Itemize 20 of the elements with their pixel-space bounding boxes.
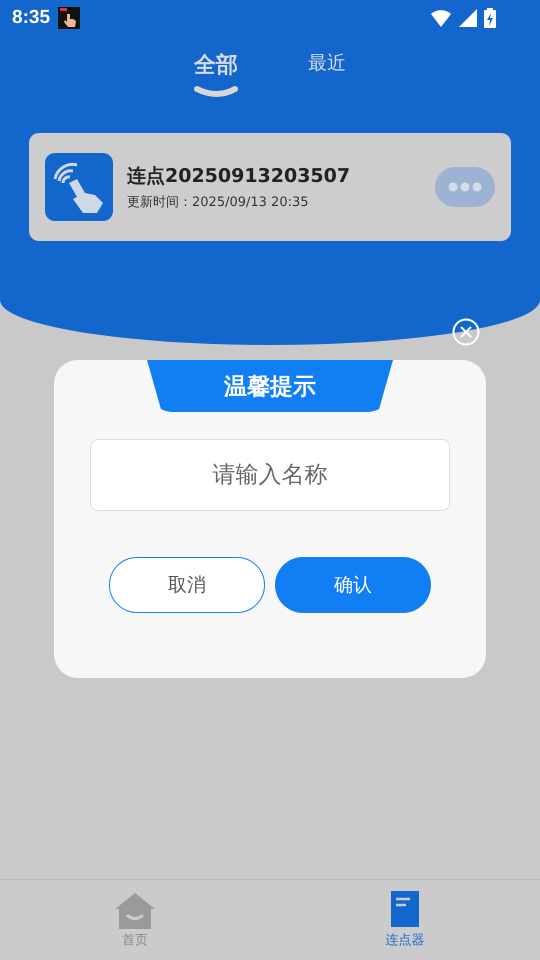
tab[interactable]: 全部: [194, 50, 238, 110]
app-notification-icon: [58, 7, 80, 29]
tab[interactable]: 最近: [308, 50, 346, 110]
name-input-field[interactable]: 请输入名称: [90, 439, 450, 511]
wifi-icon: [430, 8, 452, 28]
dialog-title: 温馨提示: [147, 360, 393, 412]
record-name: 连点20250913203507: [127, 164, 352, 189]
confirm-button[interactable]: 确认: [275, 557, 431, 613]
nav-item[interactable]: 首页: [0, 880, 270, 960]
close-icon[interactable]: [452, 318, 480, 346]
status-time: 8:35: [12, 7, 50, 29]
nav-item[interactable]: 连点器: [270, 880, 540, 960]
signal-icon: [458, 8, 478, 28]
home-icon: [115, 891, 155, 929]
update-time: 更新时间：2025/09/13 20:35: [127, 194, 310, 211]
hand-tap-icon: [45, 153, 113, 221]
cancel-button[interactable]: 取消: [109, 557, 265, 613]
more-icon: [448, 182, 482, 192]
tab-indicator-icon: [194, 86, 238, 98]
battery-icon: [484, 8, 496, 28]
